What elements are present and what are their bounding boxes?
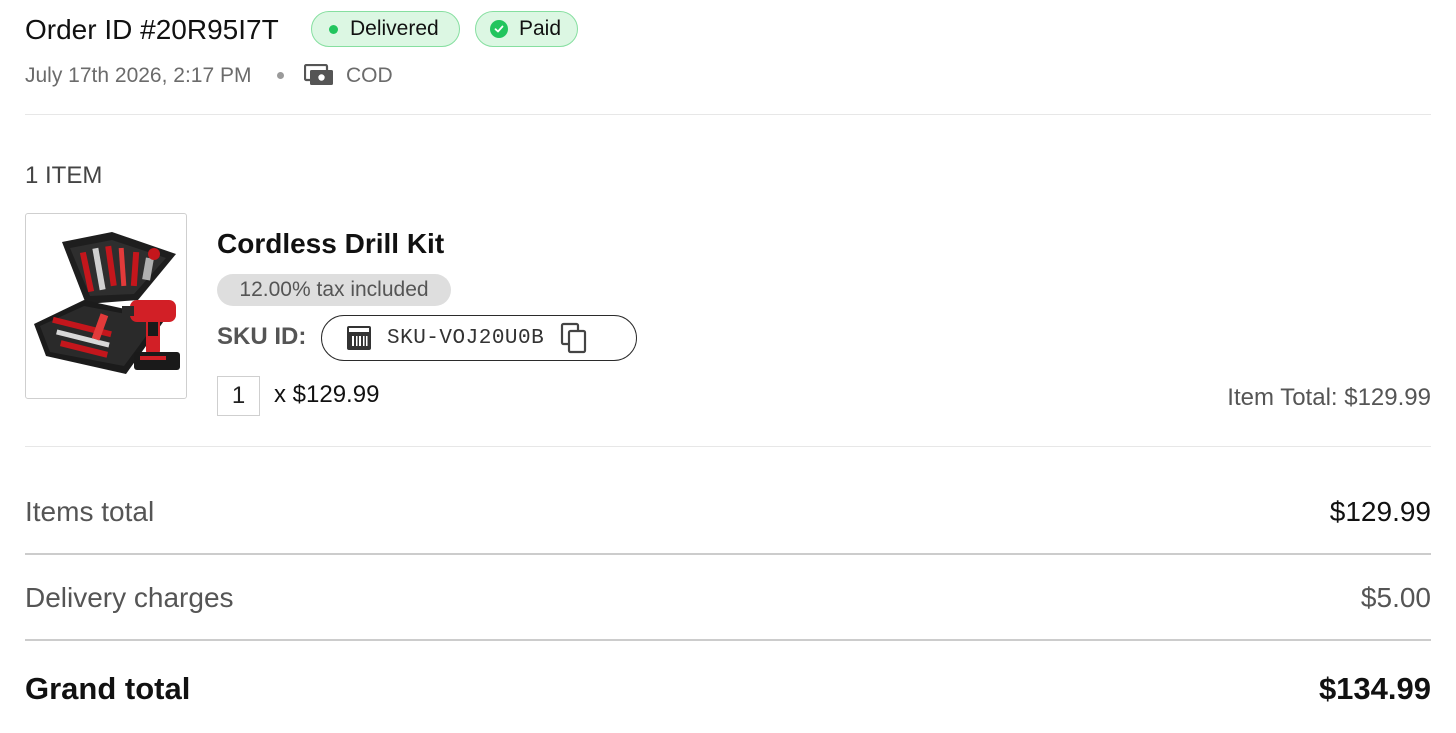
sku-label: SKU ID: <box>217 323 307 350</box>
grand-total-value: $134.99 <box>1318 671 1431 706</box>
sku-value: SKU-VOJ20U0B <box>387 326 545 350</box>
meta-separator-dot <box>277 72 284 79</box>
item-total: Item Total: $129.99 <box>1227 384 1431 411</box>
delivery-charges-label: Delivery charges <box>25 582 234 613</box>
order-date: July 17th 2026, 2:17 PM <box>25 64 252 87</box>
grand-total-label: Grand total <box>25 671 191 706</box>
tax-included-badge: 12.00% tax included <box>217 274 451 306</box>
quantity-box: 1 <box>217 376 260 416</box>
header-divider <box>25 114 1431 115</box>
delivery-charges-value: $5.00 <box>1360 582 1431 613</box>
items-divider <box>25 446 1431 447</box>
status-badge-label: Delivered <box>350 17 439 40</box>
payment-badge-label: Paid <box>519 17 562 40</box>
copy-icon[interactable] <box>560 322 588 354</box>
payment-badge-paid: Paid <box>475 11 578 47</box>
sku-chip[interactable]: SKU-VOJ20U0B <box>321 315 637 361</box>
items-total-label: Items total <box>25 496 155 527</box>
order-title: Order ID #20R95I7T <box>25 14 279 45</box>
summary-divider-2 <box>25 639 1431 641</box>
cash-icon <box>303 63 334 91</box>
summary-divider-1 <box>25 553 1431 555</box>
payment-method: COD <box>346 64 393 87</box>
status-badge-delivered: Delivered <box>311 11 460 47</box>
product-image <box>25 213 187 399</box>
check-circle-icon <box>490 20 508 38</box>
cordless-drill-kit-icon <box>34 232 180 374</box>
items-count: 1 ITEM <box>25 162 103 189</box>
barcode-icon <box>345 324 373 352</box>
items-total-value: $129.99 <box>1329 496 1431 527</box>
unit-price: x $129.99 <box>274 381 380 408</box>
status-dot-icon <box>329 24 338 34</box>
product-name: Cordless Drill Kit <box>217 228 445 259</box>
